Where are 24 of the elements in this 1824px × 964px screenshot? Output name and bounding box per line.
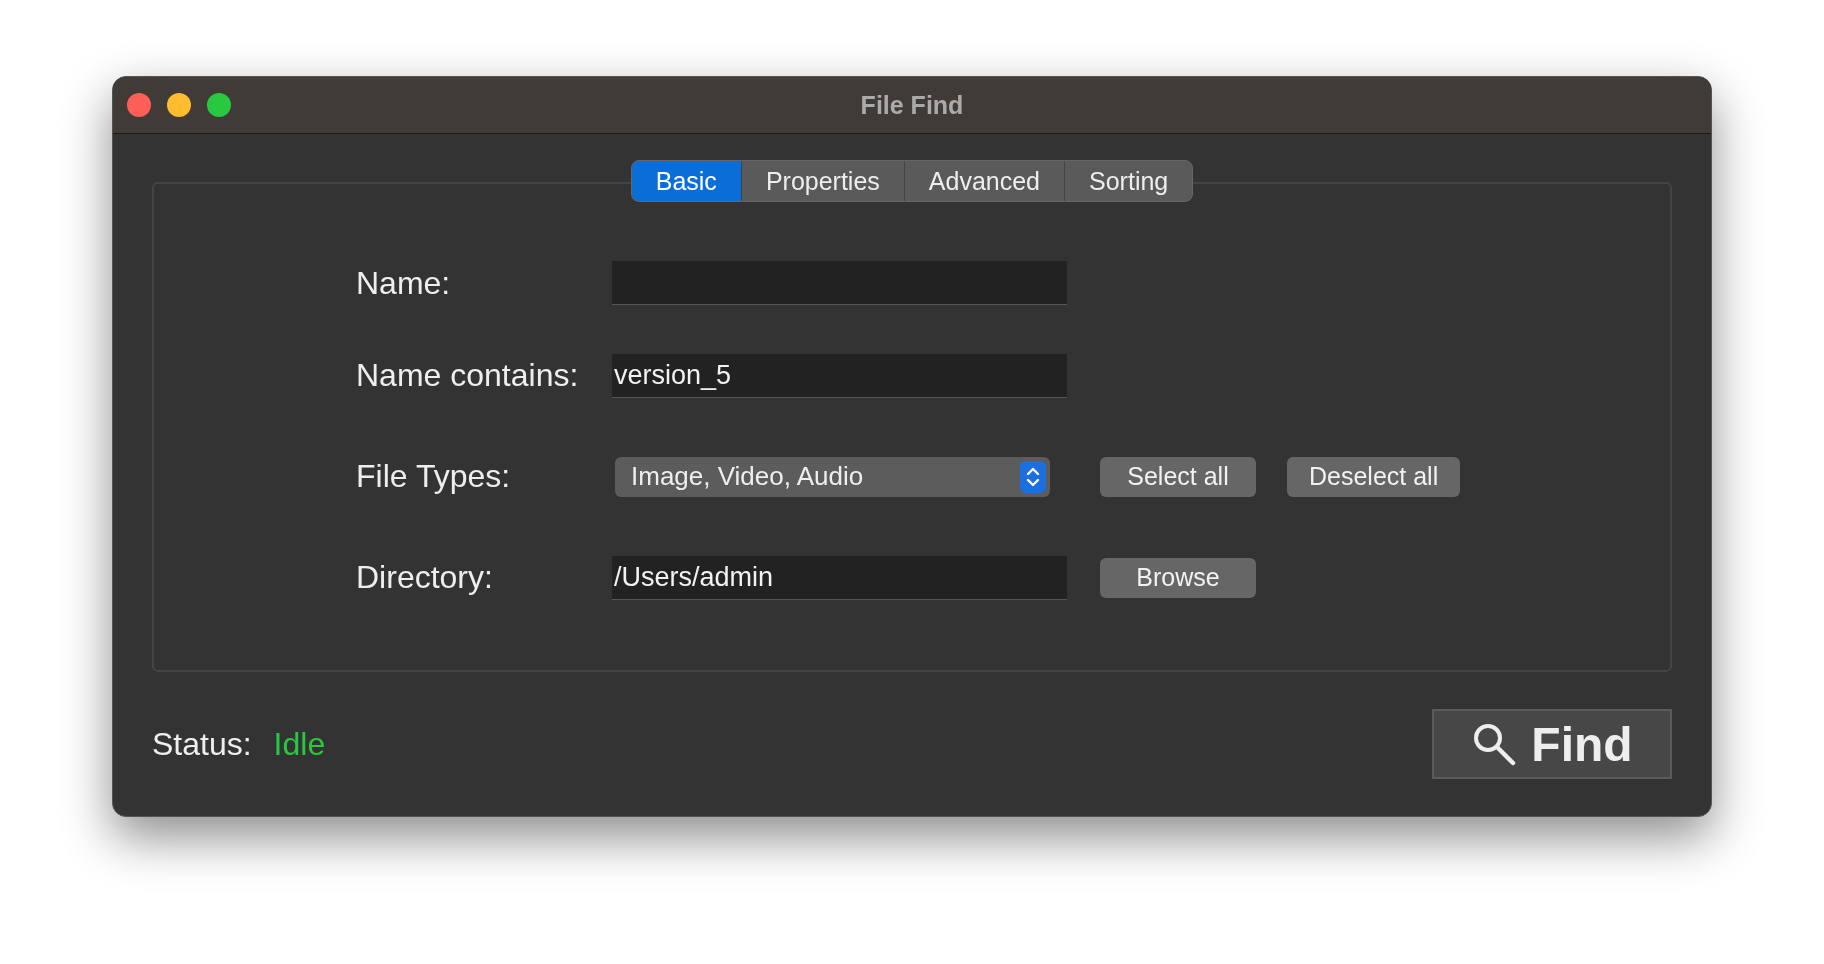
- field-label: Name:: [356, 264, 452, 302]
- status-label: Status:: [152, 725, 252, 763]
- field-label: Directory:: [356, 559, 494, 596]
- close-button[interactable]: [127, 93, 151, 117]
- field-label: Name contains:: [356, 357, 580, 394]
- search-icon: [1471, 721, 1518, 767]
- field-label: File Types:: [356, 458, 512, 495]
- stepper-icon: [1020, 460, 1046, 493]
- tab[interactable]: Basic: [631, 161, 742, 201]
- tab[interactable]: Advanced: [904, 161, 1066, 201]
- tab[interactable]: Sorting: [1065, 161, 1193, 201]
- find-button[interactable]: Find: [1432, 709, 1672, 779]
- window-title: File Find: [860, 90, 964, 120]
- select-all-button[interactable]: Select all: [1100, 456, 1256, 497]
- browse-button[interactable]: Browse: [1100, 557, 1256, 598]
- name-contains-field[interactable]: version_5: [612, 353, 1067, 398]
- tab[interactable]: Properties: [741, 161, 905, 201]
- status-value: Idle: [273, 725, 326, 763]
- name-field[interactable]: [612, 261, 1067, 305]
- file-types-dropdown[interactable]: Image, Video, Audio: [615, 456, 1050, 497]
- directory-field[interactable]: /Users/admin: [612, 555, 1067, 600]
- deselect-all-button[interactable]: Deselect all: [1287, 456, 1461, 497]
- minimize-button[interactable]: [167, 93, 191, 117]
- zoom-button[interactable]: [207, 93, 231, 117]
